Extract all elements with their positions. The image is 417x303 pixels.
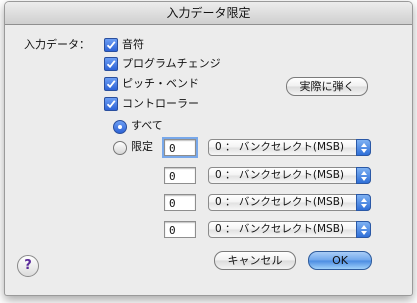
select-value: 0 ： バンクセレクト(MSB) [215, 141, 345, 153]
radio-dot-icon [118, 125, 122, 129]
play-button[interactable]: 実際に弾く [286, 77, 368, 96]
select-value: 0 ： バンクセレクト(MSB) [215, 223, 345, 235]
select-arrows-icon[interactable] [356, 139, 371, 156]
controller-type-select[interactable]: 0 ： バンクセレクト(MSB) [208, 221, 371, 238]
checkbox-check-icon[interactable] [104, 57, 118, 71]
select-arrows-icon[interactable] [356, 221, 371, 238]
controller-number-field[interactable]: 0 [164, 221, 196, 238]
checkbox-check-icon[interactable] [104, 38, 118, 52]
checkbox-check-icon[interactable] [104, 97, 118, 111]
checkbox-label[interactable]: 音符 [122, 38, 144, 52]
window-title: 入力データ限定 [5, 2, 412, 25]
dialog-window: 入力データ限定 入力データ： 音符 プログラムチェンジ ピッチ・ベンド コントロ… [4, 1, 413, 296]
radio-all[interactable] [113, 120, 127, 134]
checkbox-label[interactable]: コントローラー [122, 97, 199, 111]
radio-all-label[interactable]: すべて [131, 119, 163, 133]
ok-button[interactable]: OK [308, 251, 372, 270]
checkbox-check-icon[interactable] [104, 77, 118, 91]
checkbox-label[interactable]: ピッチ・ベンド [122, 77, 199, 91]
controller-number-field[interactable]: 0 [164, 167, 196, 184]
checkbox-label[interactable]: プログラムチェンジ [122, 57, 221, 71]
select-value: 0 ： バンクセレクト(MSB) [215, 196, 345, 208]
controller-type-select[interactable]: 0 ： バンクセレクト(MSB) [208, 194, 371, 211]
radio-limited[interactable] [113, 141, 127, 155]
controller-type-select[interactable]: 0 ： バンクセレクト(MSB) [208, 139, 371, 156]
select-arrows-icon[interactable] [356, 167, 371, 184]
input-data-label: 入力データ： [24, 38, 90, 51]
controller-number-field[interactable]: 0 [164, 194, 196, 211]
help-icon[interactable]: ? [17, 255, 39, 277]
cancel-button[interactable]: キャンセル [214, 251, 296, 270]
controller-number-field[interactable]: 0 [164, 139, 196, 156]
radio-limited-label[interactable]: 限定 [131, 140, 153, 154]
controller-type-select[interactable]: 0 ： バンクセレクト(MSB) [208, 167, 371, 184]
select-arrows-icon[interactable] [356, 194, 371, 211]
select-value: 0 ： バンクセレクト(MSB) [215, 169, 345, 181]
